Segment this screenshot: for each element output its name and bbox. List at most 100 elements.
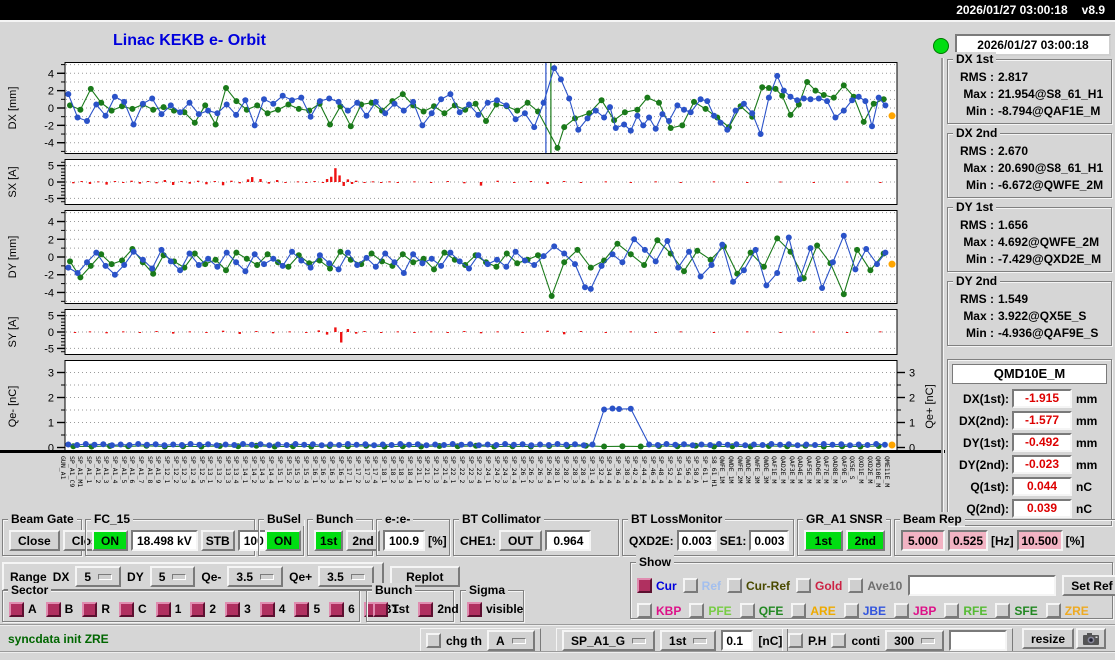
fc15-stb-button[interactable]: STB (201, 530, 235, 551)
x-axis-label: SP_18_4 (406, 456, 414, 483)
bunch-select-label: 2nd (437, 602, 458, 616)
sb-bunch-dropdown[interactable]: 1st (660, 630, 716, 651)
stats-box-dy-1st: DY 1stRMS :1.656Max :4.692@QWFE_2MMin :-… (947, 207, 1112, 272)
chg-th-value: A (496, 634, 505, 648)
monitor-value: -0.492 (1012, 433, 1072, 452)
sector-checkbox-6[interactable] (329, 602, 344, 617)
show-checkbox-ref[interactable] (683, 578, 698, 593)
x-axis-label: QWFE_3M (753, 456, 761, 483)
x-axis-label: SP_13_3 (224, 456, 232, 483)
sector-checkbox-4[interactable] (260, 602, 275, 617)
x-axis-label: SP_18_3 (397, 456, 405, 483)
show-checkbox-zre[interactable] (1046, 603, 1061, 618)
x-axis-label: QWDE_1M (727, 456, 735, 483)
dropdown-indicator-icon (693, 638, 707, 644)
show-checkbox-cur[interactable] (637, 578, 652, 593)
show-item-zre: ZRE (1046, 603, 1089, 618)
camera-icon (1082, 632, 1100, 646)
show-checkbox-gold[interactable] (796, 578, 811, 593)
x-axis-label: SP_A1_4 (111, 456, 119, 483)
sector-checkbox-c[interactable] (119, 602, 134, 617)
sector-checkbox-5[interactable] (294, 602, 309, 617)
count-dropdown[interactable]: 300 (885, 630, 944, 651)
sector-checkbox-r[interactable] (82, 602, 97, 617)
ref-name-input[interactable] (908, 575, 1056, 596)
bunch-2nd-button[interactable]: 2nd (346, 530, 379, 551)
x-axis-label: SP_A1_9 (154, 456, 162, 483)
stats-box-title: DY 1st (953, 200, 996, 214)
monitor-label: DY(2nd): (952, 458, 1009, 472)
x-axis-label: SP_28_2 (562, 456, 570, 483)
sigma-checkbox-visible[interactable] (467, 602, 482, 617)
x-axis-label: SP_15_3 (293, 456, 301, 483)
show-label: RFE (963, 604, 987, 618)
spare-input[interactable] (949, 630, 1007, 651)
stats-row: Min :-6.672@QWFE_2M (953, 177, 1107, 194)
svg-text:-4: -4 (44, 287, 54, 299)
range-dx-dropdown[interactable]: 5 (75, 566, 121, 587)
ph-checkbox[interactable] (788, 633, 803, 648)
x-axis-label: SP_12_3 (180, 456, 188, 483)
monitor-unit: mm (1076, 392, 1097, 406)
range-dy-dropdown[interactable]: 5 (150, 566, 196, 587)
qxd2e-label: QXD2E: (629, 534, 674, 548)
chg-th-checkbox[interactable] (426, 633, 441, 648)
svg-text:3: 3 (909, 368, 915, 380)
sector-checkbox-3[interactable] (225, 602, 240, 617)
threshold-input[interactable] (721, 630, 753, 651)
group-label: Show (636, 555, 674, 569)
sector-checkbox-2[interactable] (190, 602, 205, 617)
bunch-1st-button[interactable]: 1st (314, 530, 343, 551)
show-checkbox-cur-ref[interactable] (727, 578, 742, 593)
stats-row: Max :20.690@S8_61_H1 (953, 160, 1107, 177)
x-axis-label: QAF7E_M (822, 456, 830, 483)
gr-a1-1st-button[interactable]: 1st (804, 530, 843, 551)
che1-out-button[interactable]: OUT (499, 530, 542, 551)
show-checkbox-kbp[interactable] (637, 603, 652, 618)
range-qep-dropdown[interactable]: 3.5 (318, 566, 374, 587)
svg-text:5: 5 (48, 311, 54, 323)
sector-checkbox-1[interactable] (156, 602, 171, 617)
show-label: Cur-Ref (746, 579, 790, 593)
x-axis-label: SP_54_4 (675, 456, 683, 483)
busel-on-button[interactable]: ON (265, 530, 301, 551)
count-value: 300 (894, 634, 914, 648)
dropdown-indicator-icon (98, 574, 112, 580)
show-checkbox-sfe[interactable] (995, 603, 1010, 618)
sector-checkbox-a[interactable] (9, 602, 24, 617)
sp-dropdown[interactable]: SP_A1_G (562, 630, 655, 651)
dropdown-indicator-icon (512, 638, 526, 644)
set-ref-button[interactable]: Set Ref (1062, 575, 1115, 596)
status-message: syncdata init ZRE (8, 632, 109, 646)
x-axis-label: QME11E_M (883, 456, 891, 487)
show-checkbox-ave10[interactable] (848, 578, 863, 593)
chg-th-dropdown[interactable]: A (487, 630, 535, 651)
x-axis-label: SP_A1_7 (137, 456, 145, 483)
beam-gate-close-button-1[interactable]: Close (9, 530, 60, 551)
stat-label: Min : (953, 251, 994, 268)
camera-button[interactable] (1076, 628, 1106, 649)
gr-a1-2nd-button[interactable]: 2nd (846, 530, 885, 551)
monitor-value: -1.577 (1012, 411, 1072, 430)
resize-button[interactable]: resize (1022, 628, 1074, 649)
bunch-select-group: Bunch 1st2nd (366, 590, 454, 622)
stat-value: 3.922@QX5E_S (998, 308, 1086, 325)
show-checkbox-are[interactable] (791, 603, 806, 618)
show-checkbox-pfe[interactable] (689, 603, 704, 618)
show-checkbox-jbp[interactable] (894, 603, 909, 618)
stat-value: -6.672@QWFE_2M (998, 177, 1103, 194)
sector-checkbox-b[interactable] (46, 602, 61, 617)
conti-checkbox[interactable] (831, 633, 846, 648)
bunch-select-checkbox-2nd[interactable] (418, 602, 433, 617)
stat-label: Min : (953, 325, 994, 342)
range-qem-dropdown[interactable]: 3.5 (227, 566, 283, 587)
x-axis-label: SP_24_4 (510, 456, 518, 483)
show-checkbox-qfe[interactable] (740, 603, 755, 618)
show-checkbox-jbe[interactable] (844, 603, 859, 618)
fc15-on-button[interactable]: ON (92, 530, 128, 551)
bunch-select-checkbox-1st[interactable] (373, 602, 388, 617)
show-checkbox-rfe[interactable] (944, 603, 959, 618)
qe-chart: 33221100Qe- [nC]Qe+ [nC] (0, 360, 945, 453)
stats-box-title: DX 2nd (953, 126, 1000, 140)
x-axis-label: SP_13_2 (215, 456, 223, 483)
